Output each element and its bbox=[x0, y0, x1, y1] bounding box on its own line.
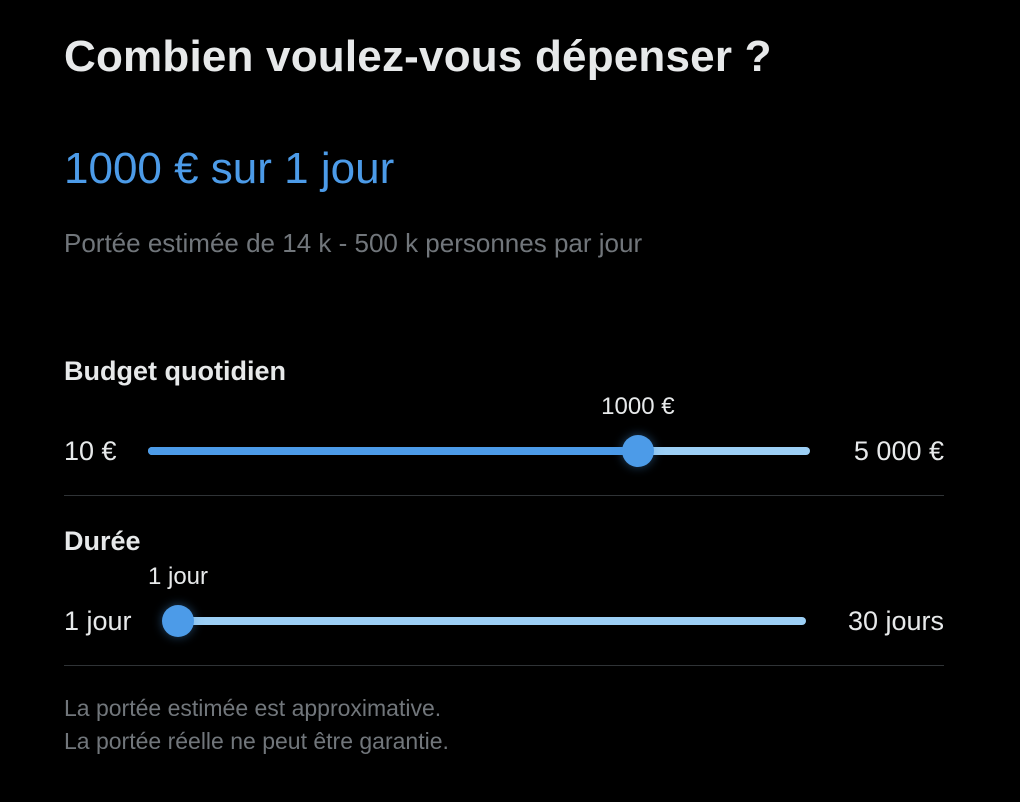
daily-budget-slider[interactable]: 1000 € bbox=[148, 393, 810, 467]
page-title: Combien voulez-vous dépenser ? bbox=[64, 32, 772, 81]
duration-value: 1 jour bbox=[147, 563, 209, 590]
divider bbox=[64, 495, 944, 496]
duration-slider[interactable]: 1 jour bbox=[148, 563, 806, 637]
daily-budget-max-label: 5 000 € bbox=[853, 436, 944, 466]
reach-disclaimer: La portée estimée est approximative. La … bbox=[64, 692, 449, 758]
estimated-reach: Portée estimée de 14 k - 500 k personnes… bbox=[64, 228, 643, 258]
divider bbox=[64, 665, 944, 666]
duration-max-label: 30 jours bbox=[847, 606, 944, 636]
daily-budget-min-label: 10 € bbox=[64, 436, 117, 466]
duration-label: Durée bbox=[64, 526, 141, 556]
duration-slider-row: 1 jour 1 jour 30 jours bbox=[64, 563, 944, 650]
daily-budget-label: Budget quotidien bbox=[64, 356, 286, 386]
daily-budget-value: 1000 € bbox=[601, 393, 675, 420]
daily-budget-slider-row: 10 € 1000 € 5 000 € bbox=[64, 393, 944, 480]
duration-slider-thumb[interactable] bbox=[162, 605, 194, 637]
disclaimer-line: La portée réelle ne peut être garantie. bbox=[64, 728, 449, 754]
duration-min-label: 1 jour bbox=[64, 606, 132, 636]
budget-summary: 1000 € sur 1 jour bbox=[64, 144, 395, 193]
budget-panel: Combien voulez-vous dépenser ? 1000 € su… bbox=[64, 0, 944, 802]
disclaimer-line: La portée estimée est approximative. bbox=[64, 695, 442, 721]
daily-budget-slider-fill bbox=[148, 447, 638, 455]
daily-budget-slider-thumb[interactable] bbox=[621, 435, 654, 467]
